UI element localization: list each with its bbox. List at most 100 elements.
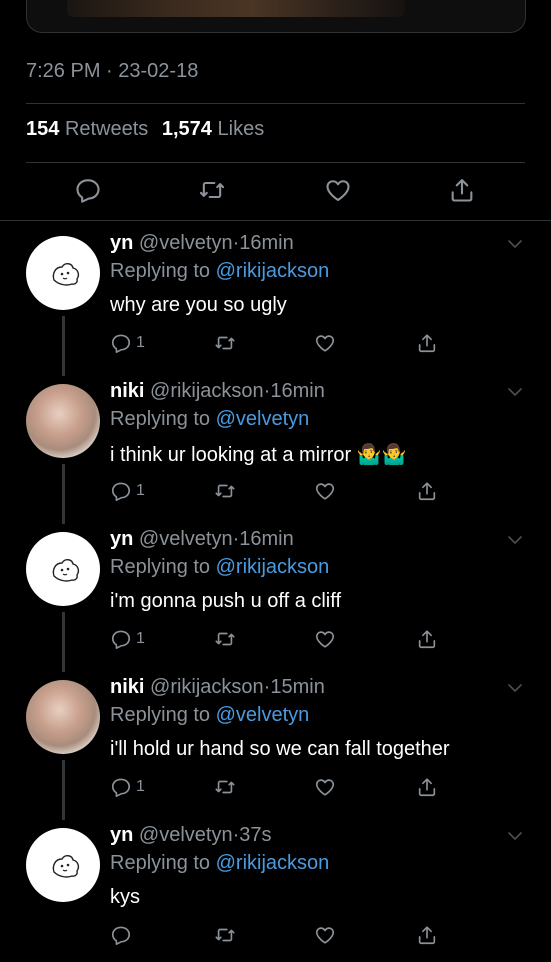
reply-icon [111,926,131,945]
divider [0,220,551,221]
retweet-button[interactable] [214,330,236,356]
replying-prefix: Replying to [110,556,211,578]
reply-text: why are you so ugly [110,294,287,316]
share-icon [451,179,473,202]
share-icon [418,778,436,797]
reply-header: yn @velvetyn·37s [110,824,272,847]
reply-button[interactable]: 1 [110,478,145,504]
replying-to: Replying to @velvetyn [110,408,309,431]
display-name[interactable]: niki [110,676,144,698]
reply-button[interactable]: 1 [110,330,145,356]
chevron-down-icon[interactable] [507,828,523,844]
reply-header: yn @velvetyn·16min [110,232,294,255]
user-handle[interactable]: @velvetyn [139,824,233,846]
share-button[interactable] [416,330,438,356]
reply-button[interactable]: 1 [110,626,145,652]
share-button[interactable] [416,478,438,504]
reply-tweet[interactable]: niki @rikijackson·16min Replying to @vel… [0,370,551,518]
retweet-button[interactable] [198,176,230,208]
like-button[interactable] [314,774,336,800]
display-name[interactable]: yn [110,528,133,550]
share-icon [418,926,436,945]
avatar[interactable] [26,532,100,606]
retweet-icon [215,484,235,498]
chevron-down-icon[interactable] [507,384,523,400]
reply-text-body: i think ur looking at a mirror [110,444,352,466]
replying-to-handle[interactable]: @rikijackson [216,556,330,578]
reply-button[interactable] [74,176,106,208]
reply-icon [111,334,131,353]
likes-label[interactable]: Likes [218,118,265,140]
user-handle[interactable]: @rikijackson [150,676,264,698]
replying-prefix: Replying to [110,852,211,874]
reply-time: 37s [239,824,272,846]
replying-to-handle[interactable]: @velvetyn [216,408,310,430]
retweet-icon [199,181,225,199]
tweet-timestamp: 7:26 PM · 23-02-18 [26,60,199,82]
reply-icon [76,179,100,203]
reply-time: 16min [239,232,294,254]
chevron-down-icon[interactable] [507,680,523,696]
reply-actions: 1 [0,478,551,506]
reply-actions: 1 [0,330,551,358]
replying-to: Replying to @rikijackson [110,852,329,875]
display-name[interactable]: niki [110,380,144,402]
tweet-media[interactable] [26,0,526,33]
reply-tweet[interactable]: yn @velvetyn·16min Replying to @rikijack… [0,518,551,666]
share-button[interactable] [416,774,438,800]
chevron-down-icon[interactable] [507,236,523,252]
retweet-button[interactable] [214,478,236,504]
share-button[interactable] [448,176,480,208]
reply-text: i'll hold ur hand so we can fall togethe… [110,738,450,760]
reply-tweet[interactable]: yn @velvetyn·37s Replying to @rikijackso… [0,814,551,962]
share-button[interactable] [416,922,438,948]
avatar[interactable] [26,828,100,902]
replying-to-handle[interactable]: @velvetyn [216,704,310,726]
replying-to: Replying to @rikijackson [110,556,329,579]
chevron-down-icon[interactable] [507,532,523,548]
retweet-button[interactable] [214,774,236,800]
retweet-icon [215,632,235,646]
reply-time: 16min [270,380,325,402]
retweet-button[interactable] [214,626,236,652]
reply-header: niki @rikijackson·15min [110,676,325,699]
replying-to: Replying to @velvetyn [110,704,309,727]
reply-count: 1 [136,630,145,647]
display-name[interactable]: yn [110,824,133,846]
heart-icon [315,483,335,500]
replying-to-handle[interactable]: @rikijackson [216,852,330,874]
retweets-label[interactable]: Retweets [65,118,148,140]
avatar[interactable] [26,236,100,310]
like-button[interactable] [324,176,356,208]
doodle-avatar-icon [52,855,80,878]
user-handle[interactable]: @velvetyn [139,528,233,550]
reply-tweet[interactable]: yn @velvetyn·16min Replying to @rikijack… [0,222,551,370]
reply-time: 15min [270,676,325,698]
reply-button[interactable]: 1 [110,774,145,800]
display-name[interactable]: yn [110,232,133,254]
avatar[interactable] [26,384,100,458]
likes-count[interactable]: 1,574 [162,118,212,140]
share-icon [418,482,436,501]
retweet-button[interactable] [214,922,236,948]
like-button[interactable] [314,626,336,652]
reply-text: i think ur looking at a mirror 🤷‍♂️🤷‍♂️ [110,442,407,467]
reply-tweet[interactable]: niki @rikijackson·15min Replying to @vel… [0,666,551,814]
replying-to-handle[interactable]: @rikijackson [216,260,330,282]
reply-button[interactable] [110,922,136,948]
replying-prefix: Replying to [110,704,211,726]
user-handle[interactable]: @rikijackson [150,380,264,402]
like-button[interactable] [314,478,336,504]
retweet-icon [215,336,235,350]
reply-header: yn @velvetyn·16min [110,528,294,551]
shrug-emoji: 🤷‍♂️🤷‍♂️ [356,444,407,466]
heart-icon [326,180,350,201]
share-button[interactable] [416,626,438,652]
retweets-count[interactable]: 154 [26,118,59,140]
like-button[interactable] [314,330,336,356]
user-handle[interactable]: @velvetyn [139,232,233,254]
tweet-actions [0,172,551,212]
like-button[interactable] [314,922,336,948]
avatar[interactable] [26,680,100,754]
tweet-stats: 154 Retweets 1,574 Likes [26,118,272,141]
